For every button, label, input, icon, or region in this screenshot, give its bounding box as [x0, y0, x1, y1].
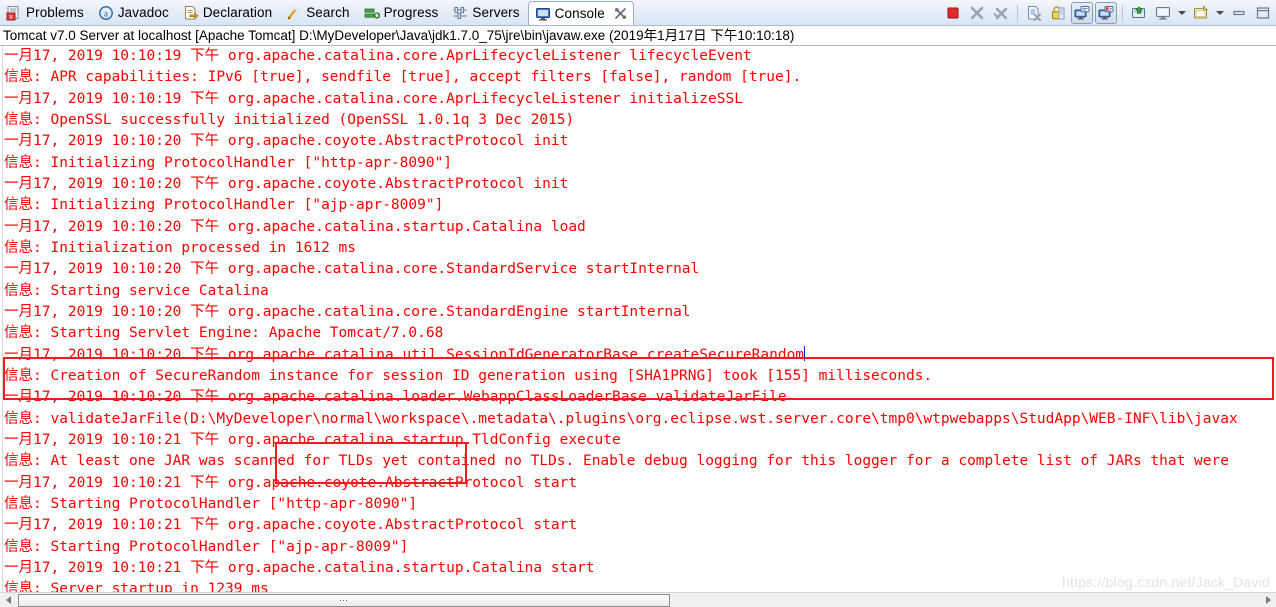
- problems-icon: x: [6, 5, 22, 21]
- text-caret: [804, 345, 806, 361]
- console-line: 一月17, 2019 10:10:20 下午 org.apache.coyote…: [4, 175, 569, 192]
- console-line: 信息: Creation of SecureRandom instance fo…: [4, 367, 933, 384]
- console-line: 信息: OpenSSL successfully initialized (Op…: [4, 111, 575, 128]
- scroll-right-button[interactable]: [1260, 592, 1276, 607]
- tab-label: Declaration: [202, 4, 273, 20]
- chevron-down-icon: [1216, 10, 1224, 15]
- console-line: 信息: Initializing ProtocolHandler ["http-…: [4, 154, 453, 171]
- toolbar-separator: [1017, 4, 1018, 21]
- tab-label: Search: [306, 4, 350, 20]
- declaration-icon: [183, 5, 199, 21]
- scroll-left-button[interactable]: [0, 592, 16, 607]
- clear-console-button[interactable]: [1023, 2, 1045, 24]
- remove-all-launches-button[interactable]: [990, 2, 1012, 24]
- view-tab-bar: x Problems a Javadoc Declaration Search …: [0, 0, 1276, 26]
- console-icon: [535, 6, 551, 22]
- console-toolbar: [942, 0, 1276, 25]
- console-line: 一月17, 2019 10:10:21 下午 org.apache.catali…: [4, 431, 621, 448]
- progress-icon: [364, 5, 380, 21]
- scrollbar-thumb[interactable]: ⋯: [18, 593, 670, 607]
- console-line: 一月17, 2019 10:10:21 下午 org.apache.coyote…: [4, 474, 578, 491]
- console-line: 一月17, 2019 10:10:20 下午 org.apache.catali…: [4, 345, 806, 363]
- console-line: 一月17, 2019 10:10:20 下午 org.apache.catali…: [4, 303, 691, 320]
- show-console-stdout-button[interactable]: [1071, 1, 1093, 24]
- console-line: 信息: Initialization processed in 1612 ms: [4, 239, 357, 256]
- triangle-left-icon: [5, 596, 11, 604]
- terminate-button[interactable]: [942, 2, 964, 24]
- tab-javadoc[interactable]: a Javadoc: [92, 0, 177, 25]
- search-icon: [286, 5, 302, 21]
- chevron-down-icon: [1178, 10, 1186, 15]
- console-line: 信息: Starting service Catalina: [4, 282, 269, 299]
- console-line: 信息: At least one JAR was scanned for TLD…: [4, 453, 1229, 470]
- console-line: 信息: validateJarFile(D:\MyDeveloper\norma…: [4, 410, 1238, 427]
- console-line: 一月17, 2019 10:10:20 下午 org.apache.catali…: [4, 389, 787, 406]
- console-view-window: x Problems a Javadoc Declaration Search …: [0, 0, 1276, 607]
- console-line: 一月17, 2019 10:10:20 下午 org.apache.catali…: [4, 261, 700, 278]
- console-line: 信息: Starting ProtocolHandler ["ajp-apr-8…: [4, 538, 409, 555]
- maximize-button[interactable]: [1252, 2, 1274, 24]
- toolbar-separator: [1122, 4, 1123, 21]
- console-line: 一月17, 2019 10:10:20 下午 org.apache.catali…: [4, 218, 586, 235]
- scroll-lock-button[interactable]: [1047, 2, 1069, 24]
- svg-text:x: x: [9, 14, 13, 21]
- open-console-dropdown[interactable]: [1214, 2, 1226, 24]
- close-icon[interactable]: [614, 7, 627, 20]
- tab-label: Progress: [383, 4, 439, 20]
- display-selected-console-dropdown[interactable]: [1176, 2, 1188, 24]
- console-left-ruler: [0, 46, 3, 606]
- tab-console[interactable]: Console: [527, 1, 634, 25]
- svg-text:a: a: [104, 8, 108, 18]
- console-text-content[interactable]: 一月17, 2019 10:10:19 下午 org.apache.catali…: [4, 46, 1238, 606]
- tab-label: Servers: [472, 4, 520, 20]
- remove-launch-button[interactable]: [966, 2, 988, 24]
- scrollbar-track[interactable]: [670, 592, 1260, 607]
- console-line: 一月17, 2019 10:10:21 下午 org.apache.coyote…: [4, 517, 578, 534]
- console-line: 信息: Starting ProtocolHandler ["http-apr-…: [4, 495, 418, 512]
- minimize-button[interactable]: [1228, 2, 1250, 24]
- tab-declaration[interactable]: Declaration: [177, 0, 280, 25]
- console-line: 一月17, 2019 10:10:19 下午 org.apache.catali…: [4, 90, 743, 107]
- tab-progress[interactable]: Progress: [358, 0, 447, 25]
- tab-label: Problems: [26, 4, 84, 20]
- tab-label: Javadoc: [117, 4, 169, 20]
- tab-strip: x Problems a Javadoc Declaration Search …: [0, 0, 634, 25]
- console-line: 一月17, 2019 10:10:20 下午 org.apache.coyote…: [4, 133, 569, 150]
- console-line: 信息: APR capabilities: IPv6 [true], sendf…: [4, 69, 802, 86]
- javadoc-icon: a: [98, 5, 114, 21]
- triangle-right-icon: [1265, 596, 1271, 604]
- console-line: 一月17, 2019 10:10:21 下午 org.apache.catali…: [4, 559, 595, 576]
- display-selected-console-button[interactable]: [1152, 2, 1174, 24]
- tab-servers[interactable]: Servers: [446, 0, 527, 25]
- console-line: 信息: Initializing ProtocolHandler ["ajp-a…: [4, 197, 444, 214]
- show-console-stderr-button[interactable]: [1095, 1, 1117, 24]
- tab-label: Console: [554, 5, 605, 21]
- servers-icon: [452, 5, 468, 21]
- tab-problems[interactable]: x Problems: [0, 0, 92, 25]
- watermark-text: https://blog.csdn.net/Jack_David: [1062, 574, 1270, 590]
- tab-search[interactable]: Search: [280, 0, 357, 25]
- console-output-area[interactable]: 一月17, 2019 10:10:19 下午 org.apache.catali…: [0, 46, 1276, 606]
- open-console-button[interactable]: [1190, 2, 1212, 24]
- console-line: 一月17, 2019 10:10:19 下午 org.apache.catali…: [4, 48, 752, 64]
- process-title-bar: Tomcat v7.0 Server at localhost [Apache …: [0, 26, 1276, 46]
- horizontal-scrollbar[interactable]: ⋯: [0, 592, 1276, 607]
- console-line: 信息: Starting Servlet Engine: Apache Tomc…: [4, 325, 444, 342]
- pin-console-button[interactable]: [1128, 2, 1150, 24]
